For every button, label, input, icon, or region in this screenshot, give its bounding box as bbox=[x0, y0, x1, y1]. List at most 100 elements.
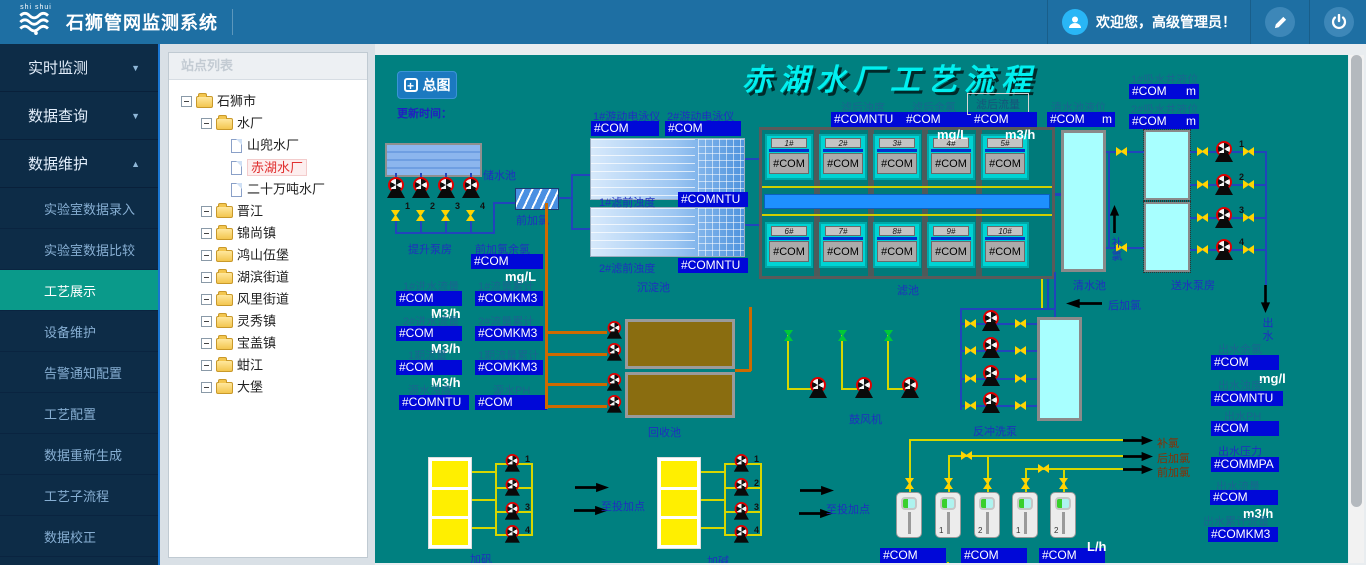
blower-pump bbox=[853, 377, 875, 398]
out-flow-value: #COM bbox=[1210, 490, 1278, 505]
file-icon bbox=[231, 183, 242, 197]
submenu-data-correction[interactable]: 数据校正 bbox=[0, 516, 158, 557]
lift-pump bbox=[460, 177, 482, 198]
scrollbar-track[interactable] bbox=[1349, 55, 1364, 563]
tree-node-town[interactable]: 晋江 bbox=[171, 200, 367, 222]
edit-button[interactable] bbox=[1265, 7, 1295, 37]
filter-unit: 3##COM bbox=[873, 134, 921, 180]
tree-node-plant-200k[interactable]: 二十万吨水厂 bbox=[171, 178, 367, 200]
tree-node-town[interactable]: 风里街道 bbox=[171, 288, 367, 310]
collapse-icon[interactable] bbox=[181, 96, 192, 107]
valve-icon bbox=[1021, 478, 1030, 489]
user-avatar-icon bbox=[1062, 9, 1088, 35]
tree-node-town[interactable]: 湖滨街道 bbox=[171, 266, 367, 288]
clear-water-tank bbox=[1061, 130, 1106, 272]
menu-data-maintenance[interactable]: 数据维护 ▲ bbox=[0, 140, 158, 188]
collapse-icon[interactable] bbox=[201, 338, 212, 349]
welcome-area: 欢迎您，高级管理员！ bbox=[1062, 9, 1236, 35]
brand: shi shui 石狮管网监测系统 bbox=[0, 0, 247, 44]
folder-icon bbox=[216, 316, 233, 328]
valve-icon bbox=[1243, 213, 1254, 222]
submenu-data-regenerate[interactable]: 数据重新生成 bbox=[0, 434, 158, 475]
pre-cl-value: #COM bbox=[471, 254, 543, 269]
blower-pump bbox=[899, 377, 921, 398]
tree-node-town[interactable]: 宝盖镇 bbox=[171, 332, 367, 354]
recycle-pump bbox=[605, 373, 624, 391]
post-flow-unit: m3/h bbox=[1005, 127, 1035, 142]
alum-pump bbox=[503, 502, 522, 520]
post-turbidity-value: #COMNTU bbox=[831, 112, 903, 127]
submenu-process-config[interactable]: 工艺配置 bbox=[0, 393, 158, 434]
submenu-process-subflow[interactable]: 工艺子流程 bbox=[0, 475, 158, 516]
collapse-icon[interactable] bbox=[201, 294, 212, 305]
cum-flow2-value: #COMKM3 bbox=[475, 326, 543, 341]
tree-node-city[interactable]: 石狮市 bbox=[171, 90, 367, 112]
menu-data-query[interactable]: 数据查询 ▼ bbox=[0, 92, 158, 140]
menu-realtime-monitoring[interactable]: 实时监测 ▼ bbox=[0, 44, 158, 92]
pump-number: 4 bbox=[754, 525, 759, 535]
collapse-icon[interactable] bbox=[201, 206, 212, 217]
folder-icon bbox=[216, 338, 233, 350]
submenu-process-display[interactable]: 工艺展示 bbox=[0, 270, 158, 311]
header-divider bbox=[1250, 0, 1251, 44]
delivery-pump bbox=[1213, 141, 1235, 162]
overview-button[interactable]: 总图 bbox=[397, 71, 457, 99]
collapse-icon[interactable] bbox=[201, 316, 212, 327]
folder-icon bbox=[216, 382, 233, 394]
chevron-down-icon: ▼ bbox=[131, 63, 140, 73]
submenu-lab-data-compare[interactable]: 实验室数据比较 bbox=[0, 229, 158, 270]
submenu-alarm-notify-config[interactable]: 告警通知配置 bbox=[0, 352, 158, 393]
well2-level-value: #COMm bbox=[1129, 114, 1199, 129]
well1-level-value: #COMm bbox=[1129, 84, 1199, 99]
pre-filter-turbidity1-value: #COMNTU bbox=[678, 192, 748, 207]
valve-icon bbox=[965, 401, 976, 410]
scd2-value: #COM bbox=[665, 121, 741, 136]
collapse-icon[interactable] bbox=[201, 272, 212, 283]
cum-flow1-value: #COMKM3 bbox=[475, 291, 543, 306]
collapse-icon[interactable] bbox=[201, 360, 212, 371]
welcome-text: 欢迎您，高级管理员！ bbox=[1096, 12, 1236, 32]
valve-icon bbox=[965, 346, 976, 355]
pre-filter-turbidity1-label: 1#滤前浊度 bbox=[599, 194, 655, 210]
tree-wrap: 站点列表 石狮市 水厂 山兜水厂 赤湖水厂 二十万吨水厂 bbox=[160, 44, 375, 565]
collapse-icon[interactable] bbox=[201, 118, 212, 129]
storage-tank-label: 储水池 bbox=[483, 167, 516, 183]
scrollbar-thumb[interactable] bbox=[1351, 55, 1362, 507]
submenu-lab-data-entry[interactable]: 实验室数据录入 bbox=[0, 188, 158, 229]
alkali-pump bbox=[732, 502, 751, 520]
delivery-pump bbox=[1213, 207, 1235, 228]
collapse-icon[interactable] bbox=[201, 228, 212, 239]
diagram-title: 赤湖水厂工艺流程 bbox=[675, 55, 1105, 99]
pump-number: 1 bbox=[754, 454, 759, 464]
valve-icon bbox=[884, 330, 893, 341]
tree-node-plant-chihu[interactable]: 赤湖水厂 bbox=[171, 156, 367, 178]
app-title: 石狮管网监测系统 bbox=[66, 9, 218, 35]
out-cl-unit: mg/l bbox=[1259, 371, 1286, 386]
folder-icon bbox=[216, 360, 233, 372]
chlorine-sup-feed-label: 补氯 bbox=[1157, 435, 1179, 451]
chlorinator1-value: #COM bbox=[880, 548, 946, 563]
post-chlor-label: 后加氯 bbox=[1108, 297, 1141, 313]
tree-node-town[interactable]: 灵秀镇 bbox=[171, 310, 367, 332]
valve-icon bbox=[784, 330, 793, 341]
collapse-icon[interactable] bbox=[201, 382, 212, 393]
chlorinator: 2 bbox=[974, 492, 1000, 538]
tree-node-town[interactable]: 蚶江 bbox=[171, 354, 367, 376]
delivery-pump-house-label: 送水泵房 bbox=[1171, 277, 1215, 293]
phase1-flow-value: #COM bbox=[396, 360, 462, 375]
alkali-pump bbox=[732, 478, 751, 496]
power-button[interactable] bbox=[1324, 7, 1354, 37]
collapse-icon[interactable] bbox=[201, 250, 212, 261]
tree-node-town[interactable]: 鸿山伍堡 bbox=[171, 244, 367, 266]
tree-node-waterworks[interactable]: 水厂 bbox=[171, 112, 367, 134]
out-pressure-value: #COMMPA bbox=[1211, 457, 1279, 472]
submenu-device-maintenance[interactable]: 设备维护 bbox=[0, 311, 158, 352]
storage-tank bbox=[385, 143, 482, 177]
tree-node-town[interactable]: 锦尚镇 bbox=[171, 222, 367, 244]
lift-pump bbox=[410, 177, 432, 198]
tree-node-plant-shandou[interactable]: 山兜水厂 bbox=[171, 134, 367, 156]
out-cl-value: #COM bbox=[1211, 355, 1279, 370]
tree-node-town[interactable]: 大堡 bbox=[171, 376, 367, 398]
valve-icon bbox=[1038, 464, 1049, 473]
tree-header: 站点列表 bbox=[169, 53, 367, 80]
